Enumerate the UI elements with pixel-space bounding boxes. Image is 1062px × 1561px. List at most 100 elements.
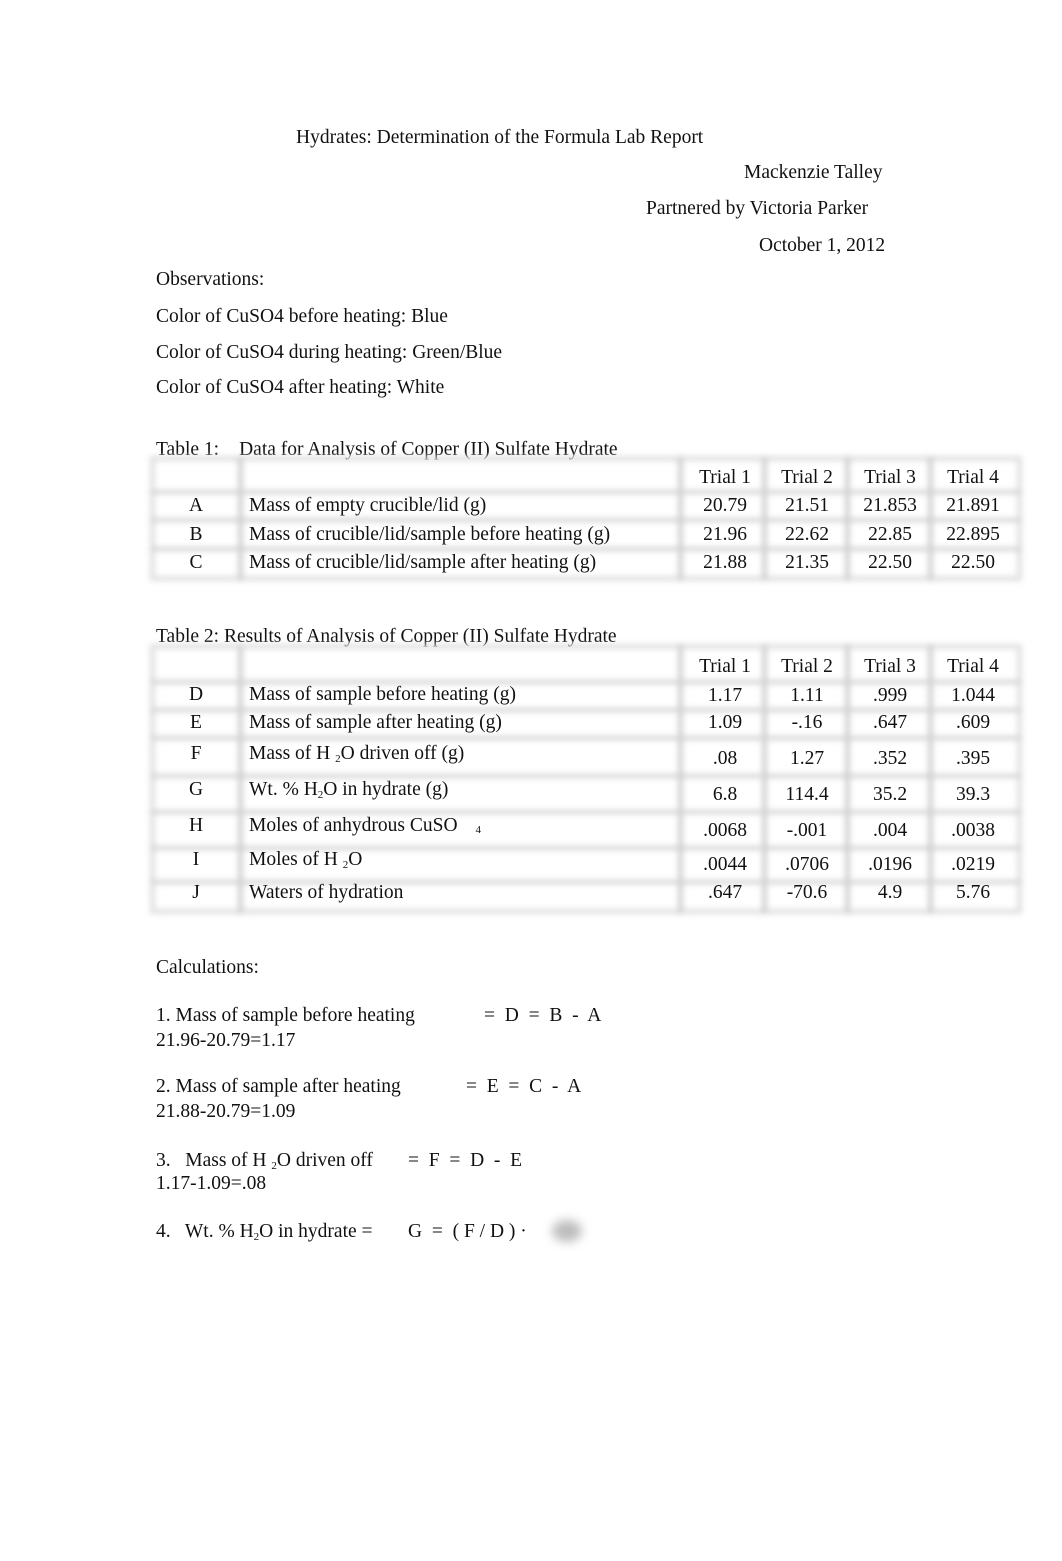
- calc-work: 21.88-20.79=1.09: [156, 1101, 296, 1122]
- cell-value: 114.4: [785, 784, 829, 805]
- cell-value: -.16: [791, 712, 823, 733]
- observation-item: Color of CuSO4 before heating: Blue: [156, 306, 448, 327]
- calc-label: 1. Mass of sample before heating: [156, 1005, 415, 1026]
- cell-value: 21.35: [785, 552, 829, 573]
- cell-value: 22.895: [946, 524, 1000, 545]
- cell-value: 22.62: [785, 524, 829, 545]
- cell-value: .08: [712, 748, 738, 769]
- column-header: Trial 1: [699, 656, 751, 677]
- report-date: October 1, 2012: [759, 235, 886, 256]
- table-row: I Moles of H 2O .0044 .0706 .0196 .0219: [150, 850, 1022, 878]
- row-letter: B: [189, 524, 203, 545]
- row-letter: A: [188, 495, 204, 516]
- cell-value: .0219: [951, 854, 995, 875]
- report-title: Hydrates: Determination of the Formula L…: [296, 127, 704, 148]
- observation-item: Color of CuSO4 after heating: White: [156, 377, 445, 398]
- cell-value: .609: [955, 712, 991, 733]
- cell-value: 4.9: [877, 882, 903, 903]
- cell-value: 21.891: [946, 495, 1000, 516]
- desc-text: Moles of anhydrous CuSO: [249, 815, 458, 836]
- column-header: Trial 4: [947, 656, 999, 677]
- cell-value: 21.88: [703, 552, 747, 573]
- cell-value: 21.51: [785, 495, 829, 516]
- calc-formula: G = ( F / D ) ·: [408, 1221, 527, 1242]
- cell-value: 1.09: [707, 712, 743, 733]
- desc-text: O: [348, 849, 363, 870]
- desc-text: Mass of H: [249, 743, 336, 764]
- row-letter: J: [192, 882, 200, 903]
- cell-value: 1.27: [789, 748, 825, 769]
- calc-label-text: O in hydrate =: [259, 1221, 373, 1242]
- table1: Trial 1 Trial 2 Trial 3 Trial 4 A Mass o…: [150, 456, 1022, 581]
- column-header: Trial 3: [864, 467, 916, 488]
- calc-label-text: O driven off: [276, 1150, 373, 1171]
- desc-text: Moles of H: [249, 849, 343, 870]
- calc-work: 21.96-20.79=1.17: [156, 1030, 296, 1051]
- cell-value: .004: [872, 820, 908, 841]
- observations-heading: Observations:: [156, 269, 265, 290]
- row-description: Wt. % H2O in hydrate (g): [249, 780, 448, 801]
- column-header: Trial 3: [864, 656, 916, 677]
- calc-label: 2. Mass of sample after heating: [156, 1076, 401, 1097]
- blurred-content: [552, 1220, 582, 1242]
- cell-value: 6.8: [712, 784, 738, 805]
- partner-name: Partnered by Victoria Parker: [646, 198, 869, 219]
- calc-formula: = F = D - E: [408, 1150, 523, 1171]
- column-header: Trial 4: [947, 467, 999, 488]
- row-letter: H: [188, 815, 204, 836]
- calc-label-text: 3. Mass of H: [156, 1150, 272, 1171]
- calculations-heading: Calculations:: [156, 957, 259, 978]
- row-letter: C: [189, 552, 203, 573]
- table-row: B Mass of crucible/lid/sample before hea…: [150, 525, 1022, 553]
- table-row: J Waters of hydration .647 -70.6 4.9 5.7…: [150, 883, 1022, 911]
- cell-value: 21.96: [703, 524, 747, 545]
- row-letter: G: [188, 779, 204, 800]
- table2: Trial 1 Trial 2 Trial 3 Trial 4 D Mass o…: [150, 644, 1022, 914]
- row-letter: I: [192, 849, 200, 870]
- table-row: D Mass of sample before heating (g) 1.17…: [150, 685, 1022, 713]
- row-description: Mass of crucible/lid/sample after heatin…: [249, 552, 597, 573]
- subscript: 4: [475, 824, 482, 836]
- row-description: Mass of sample after heating (g): [249, 712, 502, 733]
- cell-value: -.001: [786, 820, 828, 841]
- cell-value: .395: [955, 748, 991, 769]
- table2-header-row: Trial 1 Trial 2 Trial 3 Trial 4: [150, 657, 1022, 685]
- cell-value: 21.853: [863, 495, 917, 516]
- table1-header-row: Trial 1 Trial 2 Trial 3 Trial 4: [150, 468, 1022, 496]
- cell-value: 22.85: [868, 524, 912, 545]
- cell-value: .647: [872, 712, 908, 733]
- row-letter: F: [190, 743, 202, 764]
- row-description: Mass of empty crucible/lid (g): [249, 495, 487, 516]
- calc-formula: = D = B - A: [484, 1005, 602, 1026]
- calc-label-text: 4. Wt. % H: [156, 1221, 254, 1242]
- row-description: Moles of anhydrous CuSO 4: [249, 816, 481, 836]
- cell-value: 22.50: [868, 552, 912, 573]
- row-description: Mass of crucible/lid/sample before heati…: [249, 524, 611, 545]
- row-letter: E: [190, 712, 202, 733]
- cell-value: .647: [707, 882, 743, 903]
- row-description: Mass of H 2O driven off (g): [249, 744, 464, 765]
- calc-label: 4. Wt. % H2O in hydrate =: [156, 1222, 373, 1243]
- observation-item: Color of CuSO4 during heating: Green/Blu…: [156, 342, 503, 363]
- table-row: A Mass of empty crucible/lid (g) 20.79 2…: [150, 496, 1022, 524]
- column-header: Trial 2: [781, 656, 833, 677]
- table-row: F Mass of H 2O driven off (g) .08 1.27 .…: [150, 744, 1022, 772]
- calc-work: 1.17-1.09=.08: [156, 1173, 267, 1194]
- author-name: Mackenzie Talley: [744, 162, 883, 183]
- row-letter: D: [188, 684, 204, 705]
- cell-value: 39.3: [955, 784, 991, 805]
- table-row: C Mass of crucible/lid/sample after heat…: [150, 553, 1022, 581]
- calc-formula: = E = C - A: [466, 1076, 582, 1097]
- column-header: Trial 1: [699, 467, 751, 488]
- cell-value: 1.11: [790, 685, 824, 706]
- row-description: Moles of H 2O: [249, 850, 362, 871]
- cell-value: 1.17: [707, 685, 743, 706]
- cell-value: -70.6: [786, 882, 828, 903]
- cell-value: 20.79: [703, 495, 747, 516]
- cell-value: .0706: [785, 854, 829, 875]
- cell-value: .0044: [703, 854, 747, 875]
- cell-value: 5.76: [955, 882, 991, 903]
- row-description: Mass of sample before heating (g): [249, 684, 516, 705]
- table-row: E Mass of sample after heating (g) 1.09 …: [150, 713, 1022, 741]
- cell-value: 35.2: [872, 784, 908, 805]
